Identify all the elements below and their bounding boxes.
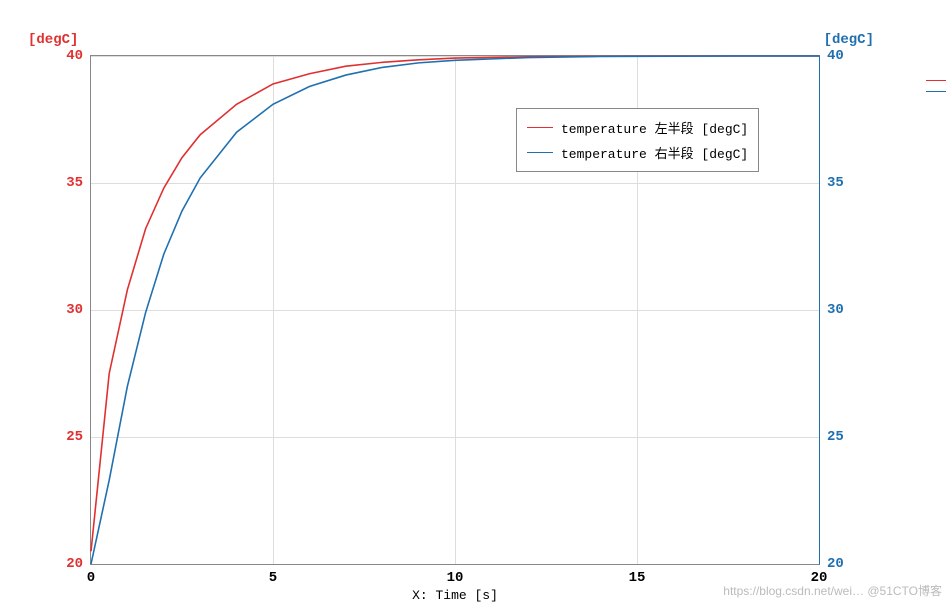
legend-item: temperature 左半段 [degC] [527, 115, 748, 140]
y-axis-label-right: [degC] [824, 32, 874, 48]
x-tick: 0 [87, 570, 95, 586]
y-tick-left: 35 [66, 175, 83, 191]
y-tick-right: 25 [827, 429, 844, 445]
plot-area: 40 35 30 25 20 40 35 30 25 20 0 5 10 15 … [90, 55, 820, 565]
y-tick-right: 35 [827, 175, 844, 191]
legend-swatch-icon [527, 152, 553, 153]
y-tick-left: 40 [66, 48, 83, 64]
x-tick: 5 [269, 570, 277, 586]
y-axis-label-left: [degC] [28, 32, 78, 48]
x-tick: 15 [629, 570, 646, 586]
y-tick-right: 40 [827, 48, 844, 64]
y-tick-left: 30 [66, 302, 83, 318]
mini-legend [926, 70, 946, 102]
mini-swatch-icon [926, 91, 946, 92]
legend-label: temperature 右半段 [degC] [561, 143, 748, 162]
watermark-text: https://blog.csdn.net/wei… @51CTO博客 [723, 582, 942, 599]
y-tick-right: 20 [827, 556, 844, 572]
legend-label: temperature 左半段 [degC] [561, 118, 748, 137]
y-tick-right: 30 [827, 302, 844, 318]
y-tick-left: 25 [66, 429, 83, 445]
chart-container: [degC] [degC] 40 35 30 25 20 40 35 30 25… [0, 0, 952, 613]
y-tick-left: 20 [66, 556, 83, 572]
x-tick: 10 [447, 570, 464, 586]
x-axis-label: X: Time [s] [412, 588, 498, 603]
mini-swatch-icon [926, 80, 946, 81]
legend: temperature 左半段 [degC] temperature 右半段 [… [516, 108, 759, 172]
legend-item: temperature 右半段 [degC] [527, 140, 748, 165]
legend-swatch-icon [527, 127, 553, 128]
